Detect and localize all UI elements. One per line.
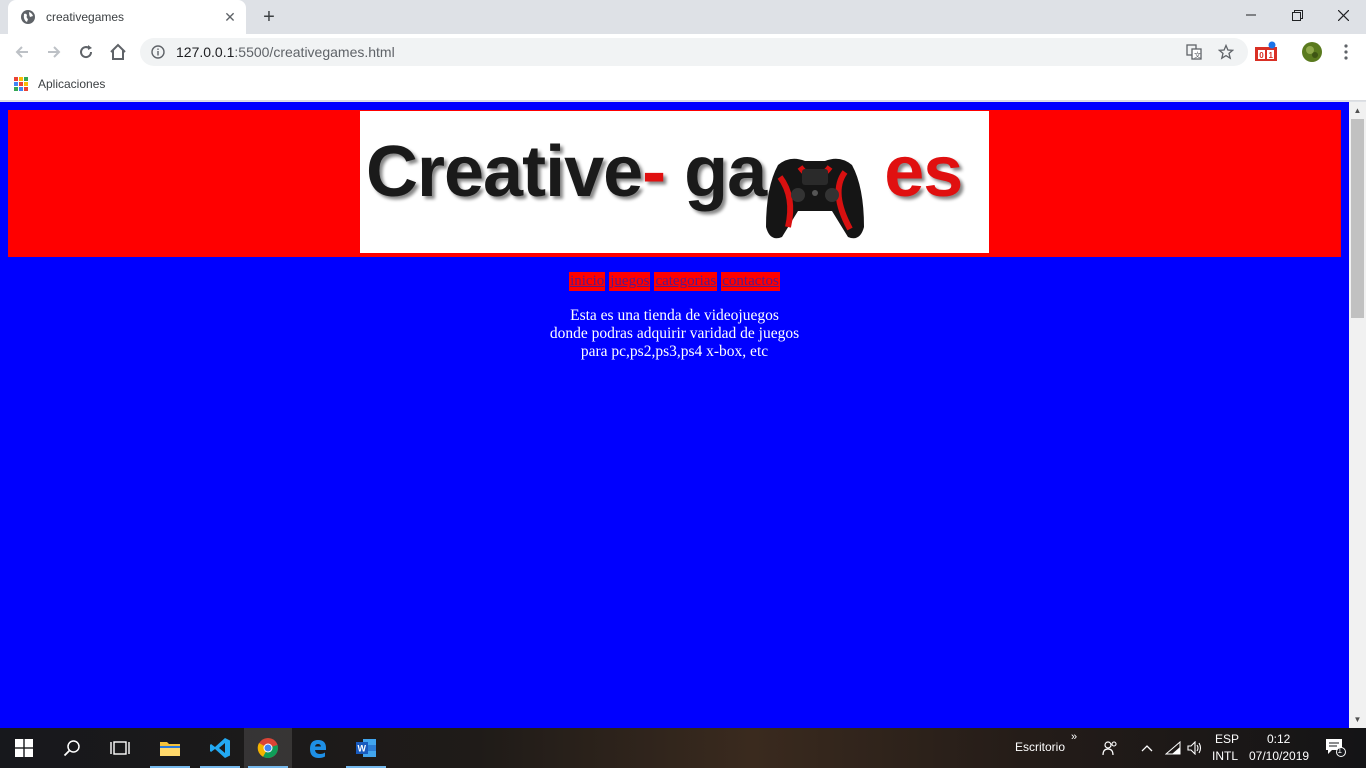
clock-date[interactable]: 07/10/2019 <box>1249 749 1309 763</box>
chevron-double-right-icon[interactable]: » <box>1071 731 1077 743</box>
browser-tab[interactable]: creativegames ✕ <box>8 0 246 34</box>
minimize-button[interactable] <box>1228 0 1274 30</box>
extension-counter-icon[interactable]: 01 <box>1254 41 1278 63</box>
clock-time[interactable]: 0:12 <box>1267 732 1290 746</box>
url-path: :5500/creativegames.html <box>234 44 395 60</box>
url-text[interactable]: 127.0.0.1:5500/creativegames.html <box>176 44 395 60</box>
page-viewport: Creative- ga es inicio juegos categorias … <box>0 102 1349 728</box>
apps-grid-icon <box>14 77 28 91</box>
tab-title: creativegames <box>46 10 125 24</box>
menu-dots-icon[interactable] <box>1334 41 1358 63</box>
bookmark-star-icon[interactable] <box>1214 38 1238 66</box>
apps-label: Aplicaciones <box>38 77 106 91</box>
notification-count: 1 <box>1337 746 1342 755</box>
svg-text:1: 1 <box>1269 51 1274 60</box>
edge-icon[interactable] <box>294 728 342 768</box>
forward-arrow-icon[interactable] <box>42 40 66 64</box>
globe-icon <box>20 9 36 25</box>
menu-link-categorias[interactable]: categorias <box>654 272 718 291</box>
new-tab-button[interactable]: + <box>258 6 280 28</box>
profile-avatar[interactable] <box>1300 41 1324 63</box>
language-indicator[interactable]: ESP <box>1215 732 1239 746</box>
windows-taskbar: W Escritorio » ESP INTL 0:12 07/10/2019 … <box>0 728 1366 768</box>
close-window-button[interactable] <box>1320 0 1366 30</box>
back-arrow-icon[interactable] <box>10 40 34 64</box>
wifi-icon[interactable] <box>1163 738 1183 758</box>
url-host: 127.0.0.1 <box>176 44 235 60</box>
menu-link-juegos[interactable]: juegos <box>609 272 651 291</box>
gamepad-icon <box>760 147 870 243</box>
search-icon[interactable] <box>48 728 96 768</box>
home-icon[interactable] <box>106 40 130 64</box>
intro-line: para pc,ps2,ps3,ps4 x-box, etc <box>580 343 769 360</box>
menu-link-inicio[interactable]: inicio <box>569 272 606 291</box>
tab-strip: creativegames ✕ + <box>0 0 1366 34</box>
intro-line: Esta es una tienda de videojuegos <box>570 307 779 324</box>
keyboard-layout-indicator[interactable]: INTL <box>1212 749 1238 763</box>
address-bar[interactable]: 127.0.0.1:5500/creativegames.html 文 <box>140 38 1248 66</box>
desktop-toolbar-label[interactable]: Escritorio <box>1015 740 1065 754</box>
close-tab-icon[interactable]: ✕ <box>222 9 238 25</box>
windows-start-icon[interactable] <box>0 728 48 768</box>
scroll-thumb[interactable] <box>1351 119 1364 318</box>
header-banner: Creative- ga es <box>8 110 1341 257</box>
svg-text:0: 0 <box>1259 51 1264 60</box>
vscode-icon[interactable] <box>196 728 244 768</box>
page-scrollbar[interactable]: ▲ ▼ <box>1349 102 1366 728</box>
browser-toolbar: 127.0.0.1:5500/creativegames.html 文 01 <box>0 34 1366 70</box>
site-logo[interactable]: Creative- ga es <box>360 111 989 253</box>
svg-text:文: 文 <box>1194 51 1201 60</box>
intro-text: Esta es una tienda de videojuegos donde … <box>0 307 1349 361</box>
intro-line: donde podras adquirir varidad de juegos <box>549 325 800 342</box>
main-menu: inicio juegos categorias contactos <box>0 272 1349 291</box>
logo-wordmark: Creative- ga es <box>366 132 963 212</box>
translate-icon[interactable]: 文 <box>1182 38 1206 66</box>
people-icon[interactable] <box>1100 738 1120 758</box>
menu-link-contactos[interactable]: contactos <box>721 272 780 291</box>
bookmarks-bar: Aplicaciones <box>0 70 1366 101</box>
svg-text:W: W <box>358 744 367 754</box>
reload-icon[interactable] <box>74 40 98 64</box>
info-icon[interactable] <box>150 44 166 60</box>
scroll-up-icon[interactable]: ▲ <box>1349 102 1366 119</box>
chrome-icon[interactable] <box>244 728 292 768</box>
task-view-icon[interactable] <box>96 728 144 768</box>
volume-icon[interactable] <box>1185 738 1205 758</box>
notification-center-icon[interactable]: 1 <box>1323 737 1347 757</box>
apps-shortcut[interactable]: Aplicaciones <box>14 77 105 91</box>
word-icon[interactable]: W <box>342 728 390 768</box>
restore-button[interactable] <box>1274 0 1320 30</box>
file-explorer-icon[interactable] <box>146 728 194 768</box>
scroll-down-icon[interactable]: ▼ <box>1349 711 1366 728</box>
chevron-up-icon[interactable] <box>1137 738 1157 758</box>
